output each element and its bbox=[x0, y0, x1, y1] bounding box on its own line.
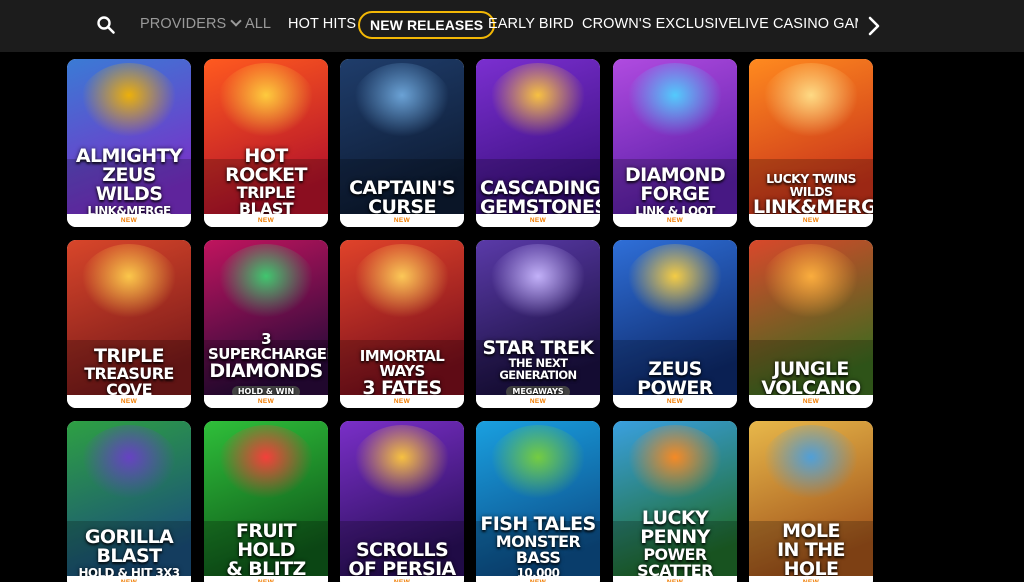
game-tile[interactable]: 3 SUPERCHARGED DIAMONDS HOLD & WIN NEW bbox=[204, 240, 328, 408]
new-badge: NEW bbox=[340, 214, 464, 227]
new-badge: NEW bbox=[204, 214, 328, 227]
game-title-line-2: IN THE HOLE bbox=[777, 539, 845, 580]
category-tabs: PROVIDERS ALL HOT HITS NEW RELEASES EARL… bbox=[128, 0, 858, 52]
chevron-down-icon bbox=[230, 15, 242, 27]
game-tile[interactable]: GORILLABLASTHOLD & HIT 3X3NEW bbox=[67, 421, 191, 582]
game-title-line-1: LUCKY TWINS WILDS bbox=[766, 171, 856, 199]
category-nav-bar: PROVIDERS ALL HOT HITS NEW RELEASES EARL… bbox=[0, 0, 1024, 52]
new-badge: NEW bbox=[476, 576, 600, 582]
game-title: IMMORTAL WAYS 3 FATES bbox=[344, 349, 460, 398]
game-title: FRUIT HOLD & BLITZ bbox=[208, 522, 324, 579]
new-badge: NEW bbox=[340, 395, 464, 408]
game-title-line-2: TREASURE COVE bbox=[84, 364, 174, 399]
game-tile[interactable]: FRUIT HOLD& BLITZNEW bbox=[204, 421, 328, 582]
new-badge: NEW bbox=[749, 576, 873, 582]
new-badge: NEW bbox=[67, 576, 191, 582]
game-title-line-1: 3 SUPERCHARGED bbox=[208, 330, 328, 363]
new-badge: NEW bbox=[67, 395, 191, 408]
game-tile[interactable]: SCROLLSOF PERSIANEW bbox=[340, 421, 464, 582]
game-title: LUCKY PENNY POWER SCATTER bbox=[617, 509, 733, 579]
game-title-line-2: DIAMONDS bbox=[209, 360, 323, 382]
game-tile[interactable]: HOT ROCKET TRIPLE BLAST NEW bbox=[204, 59, 328, 227]
game-title: 3 SUPERCHARGED DIAMONDS HOLD & WIN bbox=[208, 330, 328, 398]
search-icon[interactable] bbox=[96, 15, 116, 35]
game-tile[interactable]: ALMIGHTY ZEUS WILDS LINK&MERGE NEW bbox=[67, 59, 191, 227]
new-badge: NEW bbox=[340, 576, 464, 582]
tab-early-bird[interactable]: EARLY BIRD bbox=[488, 16, 574, 32]
new-badge: NEW bbox=[204, 576, 328, 582]
game-title: LUCKY TWINS WILDSLINK&MERGE bbox=[753, 171, 873, 217]
tab-hot-hits[interactable]: HOT HITS bbox=[288, 16, 356, 32]
providers-label: PROVIDERS bbox=[140, 16, 227, 32]
game-title-line-2: THE NEXT GENERATION bbox=[499, 356, 577, 382]
new-badge: NEW bbox=[476, 395, 600, 408]
game-title-line-2: BLAST bbox=[96, 545, 163, 567]
game-title-line-1: FRUIT HOLD bbox=[235, 520, 297, 561]
tab-crowns-exclusive[interactable]: CROWN'S EXCLUSIVE bbox=[582, 16, 738, 32]
tab-all[interactable]: ALL bbox=[245, 16, 271, 32]
game-tile[interactable]: LUCKY PENNYPOWER SCATTERNEW bbox=[613, 421, 737, 582]
new-badge: NEW bbox=[67, 214, 191, 227]
game-tile[interactable]: CAPTAIN'S CURSE NEW bbox=[340, 59, 464, 227]
chevron-right-icon[interactable] bbox=[864, 14, 886, 38]
game-title-line-2: TRIPLE BLAST bbox=[236, 183, 296, 218]
game-title-line-2: POWER SCATTER bbox=[637, 545, 713, 580]
game-title: HOT ROCKET TRIPLE BLAST bbox=[208, 147, 324, 217]
game-tile[interactable]: DIAMOND FORGE LINK & LOOT NEW bbox=[613, 59, 737, 227]
game-title: GORILLA BLAST HOLD & HIT 3X3 bbox=[71, 528, 187, 580]
game-tile[interactable]: STAR TREK THE NEXT GENERATION MEGAWAYS NEW bbox=[476, 240, 600, 408]
game-title: ZEUS POWER bbox=[617, 360, 733, 398]
new-badge: NEW bbox=[749, 395, 873, 408]
game-title: TRIPLE TREASURE COVE bbox=[71, 347, 187, 398]
providers-dropdown[interactable]: PROVIDERS bbox=[140, 15, 242, 32]
game-title-line-1: HOT ROCKET bbox=[225, 145, 307, 186]
game-title: JUNGLE VOLCANO bbox=[753, 360, 869, 398]
tab-live-casino-games[interactable]: LIVE CASINO GAMI bbox=[737, 16, 858, 32]
game-tile[interactable]: JUNGLE VOLCANO NEW bbox=[749, 240, 873, 408]
new-badge: NEW bbox=[204, 395, 328, 408]
game-title: STAR TREK THE NEXT GENERATION MEGAWAYS bbox=[480, 339, 596, 398]
new-badge: NEW bbox=[613, 395, 737, 408]
game-title-line-2: MONSTER BASS bbox=[495, 532, 581, 567]
new-badge: NEW bbox=[749, 214, 873, 227]
game-title: ALMIGHTY ZEUS WILDS LINK&MERGE bbox=[71, 147, 187, 218]
new-badge: NEW bbox=[613, 576, 737, 582]
game-tile[interactable]: CASCADING GEMSTONES NEW bbox=[476, 59, 600, 227]
game-title: DIAMOND FORGE LINK & LOOT bbox=[617, 166, 733, 218]
game-tile[interactable]: FISH TALESMONSTER BASS10,000NEW bbox=[476, 421, 600, 582]
game-title-line-1: IMMORTAL WAYS bbox=[359, 347, 445, 380]
game-title: FISH TALES MONSTER BASS 10,000 bbox=[480, 515, 596, 580]
game-title-line-2: FORGE bbox=[640, 183, 710, 205]
new-badge: NEW bbox=[476, 214, 600, 227]
game-title: CASCADING GEMSTONES bbox=[480, 179, 600, 217]
game-title: CAPTAIN'S CURSE bbox=[344, 179, 460, 217]
game-title: SCROLLS OF PERSIA bbox=[344, 541, 460, 579]
game-tile[interactable]: LUCKY TWINS WILDSLINK&MERGENEW bbox=[749, 59, 873, 227]
game-tile[interactable]: TRIPLE TREASURE COVE NEW bbox=[67, 240, 191, 408]
game-tile[interactable]: ZEUS POWER NEW bbox=[613, 240, 737, 408]
tab-new-releases[interactable]: NEW RELEASES bbox=[358, 11, 496, 39]
game-title-line-2: ZEUS WILDS bbox=[95, 164, 163, 205]
game-tile[interactable]: MOLEIN THE HOLENEW bbox=[749, 421, 873, 582]
game-title: MOLE IN THE HOLE bbox=[753, 522, 869, 579]
new-badge: NEW bbox=[613, 214, 737, 227]
game-title-line-1: LUCKY PENNY bbox=[640, 507, 710, 548]
game-tile[interactable]: IMMORTAL WAYS 3 FATES NEW bbox=[340, 240, 464, 408]
